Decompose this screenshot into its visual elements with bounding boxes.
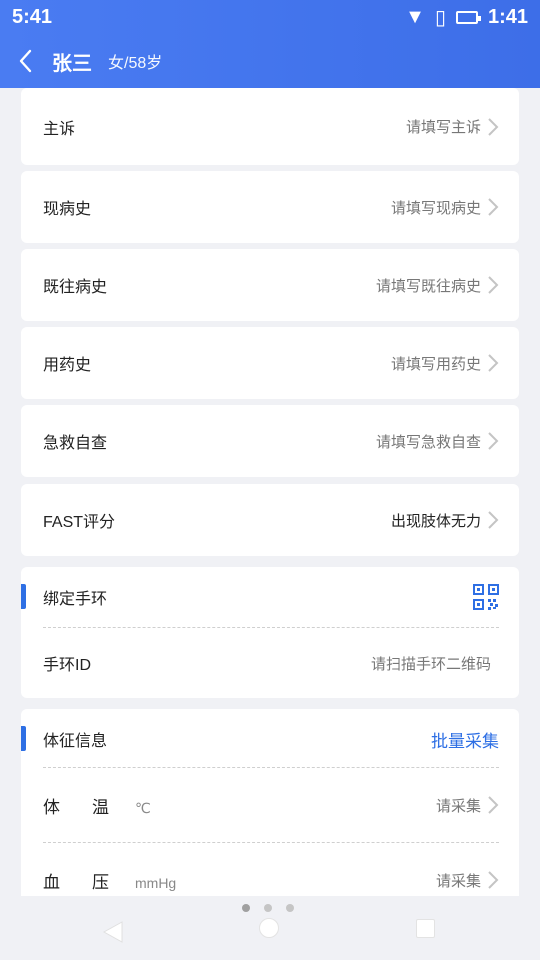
nav-home-icon[interactable] [259, 918, 279, 938]
vitals-header: 体征信息 批量采集 [21, 709, 519, 769]
section-title: 体征信息 [43, 733, 108, 750]
vitals-card: 体征信息 批量采集 体温 ℃ 请采集 血压 mmHg 请采集 [21, 709, 519, 896]
back-button[interactable] [0, 34, 52, 88]
record-label: 现病史 [43, 201, 92, 218]
bracelet-card: 绑定手环 手环ID 请扫描手环二维码 [21, 567, 519, 698]
batch-collect-button[interactable]: 批量采集 [431, 727, 499, 752]
chevron-right-icon [488, 796, 499, 814]
chevron-right-icon [488, 198, 499, 216]
vital-name: 体温 [43, 797, 141, 817]
nav-recent-icon[interactable] [416, 919, 435, 938]
record-label: 用药史 [43, 357, 92, 374]
record-value: 请填写现病史 [390, 199, 481, 217]
chevron-right-icon [488, 117, 499, 136]
patient-name: 张三 [52, 52, 92, 75]
bracelet-id-row[interactable]: 手环ID 请扫描手环二维码 [21, 628, 519, 698]
status-clock: 1:41 [487, 6, 528, 28]
page-indicator [242, 904, 294, 912]
chevron-right-icon [488, 276, 499, 294]
chevron-left-icon [19, 49, 32, 73]
qr-code-icon[interactable] [473, 584, 499, 610]
record-label: 主诉 [43, 120, 76, 138]
vital-name: 血压 [43, 872, 141, 892]
record-value: 请填写既往病史 [375, 277, 481, 295]
vital-action: 请采集 [435, 797, 481, 815]
record-value: 请填写主诉 [405, 119, 481, 136]
patient-info: 女/58岁 [108, 55, 163, 72]
page-dot [242, 904, 250, 912]
wifi-icon: ▼ [405, 6, 425, 28]
chevron-right-icon [488, 432, 499, 450]
chevron-right-icon [488, 871, 499, 889]
record-label: 既往病史 [43, 279, 108, 296]
vital-action: 请采集 [435, 872, 481, 890]
app-header: 5:41 ▼ ▯ 1:41 张三 女/58岁 [0, 0, 540, 88]
section-title: 绑定手环 [43, 591, 108, 608]
nav-header: 张三 女/58岁 [0, 34, 540, 88]
record-item-present-illness[interactable]: 现病史 请填写现病史 [21, 171, 519, 243]
record-value: 出现肢体无力 [390, 512, 481, 530]
record-item-chief-complaint[interactable]: 主诉 请填写主诉 [21, 88, 519, 165]
vital-row-blood-pressure[interactable]: 血压 mmHg 请采集 [21, 843, 519, 896]
chevron-right-icon [488, 511, 499, 529]
vital-unit: mmHg [135, 874, 177, 891]
battery-icon [455, 11, 481, 24]
page-dot [286, 904, 294, 912]
record-value: 请填写用药史 [390, 355, 481, 373]
nav-back-icon[interactable] [102, 920, 124, 944]
chevron-right-icon [488, 354, 499, 372]
bracelet-header: 绑定手环 [21, 567, 519, 627]
record-item-fast-score[interactable]: FAST评分 出现肢体无力 [21, 484, 519, 556]
no-sim-icon: ▯ [434, 7, 446, 29]
vital-row-temperature[interactable]: 体温 ℃ 请采集 [21, 768, 519, 842]
record-item-past-history[interactable]: 既往病史 请填写既往病史 [21, 249, 519, 321]
vital-unit: ℃ [135, 799, 151, 816]
record-item-medication-history[interactable]: 用药史 请填写用药史 [21, 327, 519, 399]
bracelet-id-label: 手环ID [43, 657, 92, 674]
record-label: FAST评分 [43, 514, 116, 531]
bracelet-id-placeholder: 请扫描手环二维码 [370, 655, 491, 673]
record-value: 请填写急救自查 [375, 433, 481, 451]
record-item-first-aid-check[interactable]: 急救自查 请填写急救自查 [21, 405, 519, 477]
status-icons: ▼ ▯ 1:41 [405, 5, 528, 30]
record-label: 急救自查 [43, 435, 108, 452]
status-time: 5:41 [12, 6, 53, 28]
page-dot [264, 904, 272, 912]
status-bar: 5:41 ▼ ▯ 1:41 [0, 0, 540, 34]
scroll-content[interactable]: 主诉 请填写主诉 现病史 请填写现病史 既往病史 请填写既往病史 用药史 请填写… [0, 88, 540, 896]
